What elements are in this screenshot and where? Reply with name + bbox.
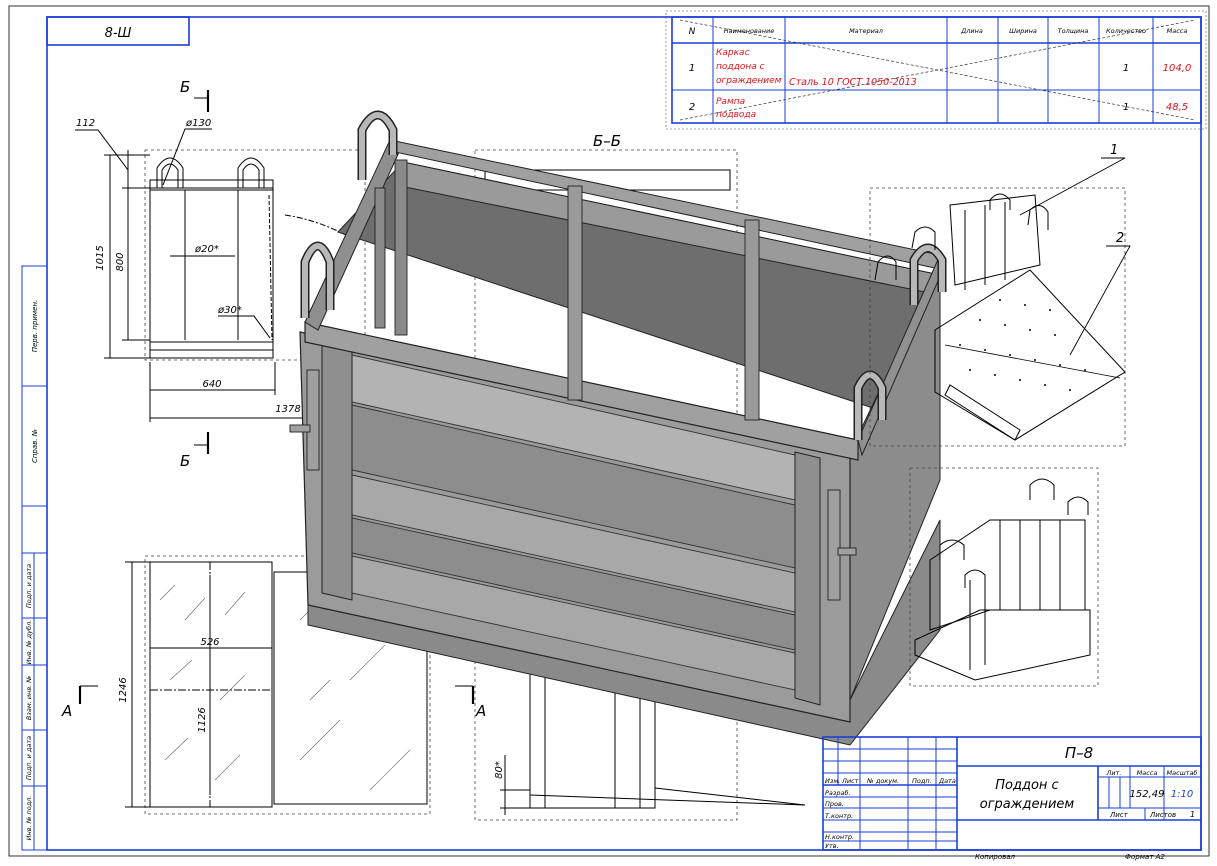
tb-role-tcontrol: Т.контр. bbox=[825, 812, 853, 820]
tb-head-sign: Подп. bbox=[912, 777, 932, 785]
side-label-sign-date-1: Подп. и дата bbox=[25, 564, 33, 608]
spec-header-mass: Масса bbox=[1167, 27, 1188, 35]
dim-1378: 1378 bbox=[275, 404, 300, 415]
dim-640: 640 bbox=[202, 379, 221, 390]
spec-row2-n: 2 bbox=[689, 102, 695, 113]
tb-designation: П–8 bbox=[1065, 744, 1093, 762]
section-mark-a-left: А bbox=[61, 702, 72, 720]
tb-mass-label: Масса bbox=[1137, 769, 1158, 777]
tb-head-date: Дата bbox=[938, 777, 956, 785]
tb-title-l2: ограждением bbox=[980, 797, 1075, 812]
tb-lit-label: Лит. bbox=[1106, 769, 1122, 777]
side-label-sign-date-2: Подп. и дата bbox=[25, 736, 33, 780]
side-label-replace-inv: Взам. инв. № bbox=[25, 676, 33, 720]
side-label-orig-inv: Инв. № подл. bbox=[25, 796, 33, 841]
spec-header-thickness: Толщина bbox=[1058, 27, 1089, 35]
dim-d20: ø20* bbox=[194, 244, 219, 255]
spec-row2-qty: 1 bbox=[1123, 102, 1129, 113]
spec-row1-name-l1: Каркас bbox=[716, 48, 750, 58]
tb-mass-value: 152,49 bbox=[1130, 789, 1165, 800]
tb-format: Формат А2 bbox=[1125, 853, 1165, 861]
spec-header-material: Материал bbox=[849, 27, 883, 35]
tb-title-l1: Поддон с bbox=[995, 778, 1058, 793]
spec-header-name: Наименование bbox=[724, 27, 775, 35]
spec-row2-mass: 48,5 bbox=[1166, 102, 1188, 113]
dim-d130: ø130 bbox=[185, 118, 211, 129]
dim-526: 526 bbox=[200, 637, 219, 648]
callout-2: 2 bbox=[1116, 231, 1124, 246]
spec-row2-name-l2: подвода bbox=[716, 110, 756, 120]
top-left-stamp: 8-Ш bbox=[46, 16, 190, 46]
tb-head-doc: № докум. bbox=[866, 777, 899, 785]
tb-role-ncontrol: Н.контр. bbox=[825, 833, 854, 841]
spec-row1-name-l3: ограждением bbox=[716, 76, 782, 86]
dim-112: 112 bbox=[76, 118, 95, 129]
section-mark-a-right: А bbox=[475, 702, 486, 720]
tb-head-list: Лист bbox=[841, 777, 859, 785]
isometric-main-view bbox=[289, 110, 947, 746]
dim-80: 80* bbox=[494, 761, 505, 779]
tb-scale-label: Масштаб bbox=[1167, 769, 1198, 777]
dim-1015: 1015 bbox=[95, 245, 106, 270]
tb-head-izm: Изм. bbox=[825, 777, 840, 785]
spec-header-n: N bbox=[689, 27, 696, 37]
side-label-first-use: Перв. примен. bbox=[31, 300, 39, 353]
tb-scale-value: 1:10 bbox=[1171, 789, 1193, 800]
spec-row1-n: 1 bbox=[689, 63, 695, 74]
spec-row2-name-l1: Рампа bbox=[716, 97, 745, 107]
spec-header-length: Длина bbox=[960, 27, 983, 35]
section-bb-label: Б–Б bbox=[593, 132, 621, 150]
spec-header-qty: Количество bbox=[1106, 27, 1146, 35]
title-block: Изм. Лист № докум. Подп. Дата Разраб. Пр… bbox=[822, 736, 1202, 861]
spec-row1-qty: 1 bbox=[1123, 63, 1129, 74]
tb-role-develop: Разраб. bbox=[825, 789, 851, 797]
section-mark-b-bottom: Б bbox=[180, 452, 190, 470]
side-label-ref-no: Справ. № bbox=[31, 429, 39, 463]
tb-role-check: Пров. bbox=[825, 800, 844, 808]
spec-row1-material: Сталь 10 ГОСТ 1050-2013 bbox=[789, 77, 917, 88]
tb-sheets-label: Листов bbox=[1149, 811, 1176, 819]
tb-copied: Копировал bbox=[975, 853, 1016, 861]
section-mark-b-top: Б bbox=[180, 78, 190, 96]
callout-1: 1 bbox=[1110, 143, 1118, 158]
side-label-dup-inv: Инв. № дубл. bbox=[25, 620, 33, 664]
drawing-sheet: 8-Ш Перв. примен. Справ. № Подп. и дата … bbox=[0, 0, 1217, 862]
dim-1246: 1246 bbox=[118, 677, 129, 702]
dim-d30: ø30* bbox=[217, 305, 242, 316]
spec-header-width: Ширина bbox=[1009, 27, 1037, 35]
spec-table: N Наименование Материал Длина Ширина Тол… bbox=[665, 10, 1207, 130]
tb-role-approve: Утв. bbox=[825, 842, 839, 850]
svg-text:8-Ш: 8-Ш bbox=[105, 26, 132, 41]
dim-800: 800 bbox=[115, 252, 126, 271]
spec-row1-mass: 104,0 bbox=[1163, 63, 1192, 74]
tb-sheet-label: Лист bbox=[1109, 811, 1129, 819]
dim-1126: 1126 bbox=[197, 707, 208, 732]
tb-sheets-value: 1 bbox=[1190, 810, 1195, 819]
spec-row1-name-l2: поддона с bbox=[716, 62, 765, 72]
side-column: Перв. примен. Справ. № Подп. и дата Инв.… bbox=[21, 265, 48, 851]
